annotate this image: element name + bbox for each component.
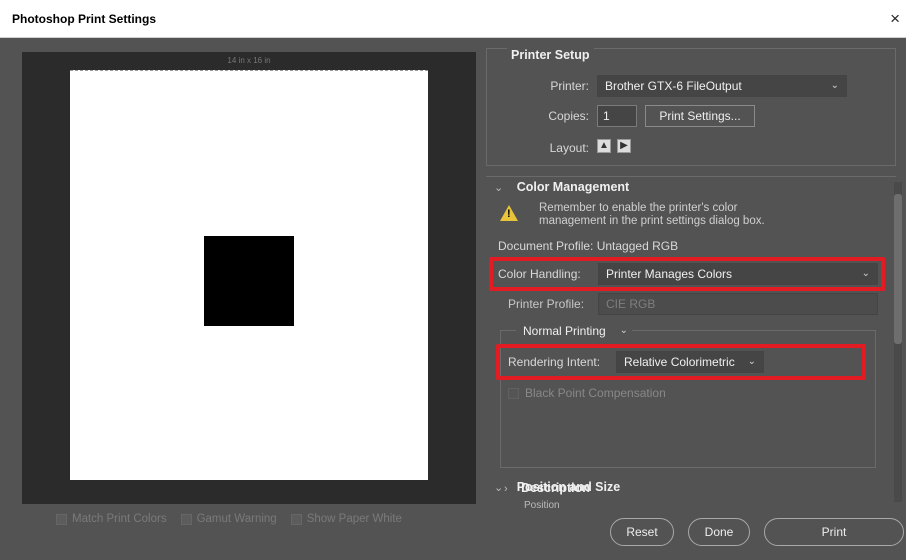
chevron-down-icon: ⌄ — [830, 80, 839, 91]
layout-label: Layout: — [549, 141, 589, 155]
settings-panel[interactable]: ⌄ Color Management ! Remember to enable … — [486, 176, 896, 510]
printer-profile-value: CIE RGB — [606, 297, 656, 311]
printer-label: Printer: — [550, 79, 589, 93]
rendering-intent-value: Relative Colorimetric — [624, 355, 735, 369]
close-icon[interactable]: × — [890, 9, 900, 29]
color-handling-value: Printer Manages Colors — [606, 267, 733, 281]
settings-scrollbar[interactable] — [894, 182, 902, 502]
show-paper-white-checkbox[interactable]: Show Paper White — [290, 513, 402, 525]
gamut-warning-checkbox[interactable]: Gamut Warning — [180, 513, 277, 525]
reset-button[interactable]: Reset — [610, 518, 674, 546]
warning-line-1: Remember to enable the printer's color — [539, 202, 738, 214]
checkbox-label: Gamut Warning — [196, 513, 277, 525]
normal-printing-dropdown[interactable]: Normal Printing ⌄ — [516, 321, 632, 343]
chevron-down-icon: ⌄ — [619, 325, 628, 336]
print-settings-button[interactable]: Print Settings... — [645, 105, 755, 127]
position-size-title: Position and Size — [516, 480, 621, 494]
rendering-intent-label: Rendering Intent: — [508, 355, 601, 369]
image-preview[interactable] — [204, 236, 294, 326]
window-title: Photoshop Print Settings — [12, 12, 156, 26]
color-management-title: Color Management — [516, 180, 630, 194]
position-size-header[interactable]: ⌄ Position and Size — [494, 480, 620, 494]
paper-size-label: 14 in x 16 in — [227, 56, 271, 65]
document-profile: Document Profile: Untagged RGB — [498, 239, 679, 253]
scrollbar-thumb[interactable] — [894, 194, 902, 344]
landscape-layout-icon[interactable]: ▶ — [617, 139, 631, 153]
warning-icon: ! — [500, 205, 518, 221]
black-point-label: Black Point Compensation — [525, 386, 666, 400]
title-bar: Photoshop Print Settings × — [0, 0, 906, 38]
checkbox-box[interactable] — [290, 513, 302, 525]
warning-line-2: management in the print settings dialog … — [539, 215, 765, 227]
chevron-down-icon: ⌄ — [861, 268, 870, 279]
checkbox-box[interactable] — [180, 513, 192, 525]
printer-dropdown[interactable]: Brother GTX-6 FileOutput ⌄ — [597, 75, 847, 97]
normal-printing-value: Normal Printing — [523, 324, 606, 338]
warning-message: Remember to enable the printer's color m… — [539, 202, 765, 228]
rendering-intent-dropdown[interactable]: Relative Colorimetric ⌄ — [616, 351, 764, 373]
checkbox-box[interactable] — [56, 513, 67, 525]
copies-label: Copies: — [548, 109, 589, 123]
paper-preview: 14 in x 16 in — [70, 56, 428, 480]
printer-setup-section: Printer Setup Printer: Brother GTX-6 Fil… — [486, 48, 896, 166]
color-handling-dropdown[interactable]: Printer Manages Colors ⌄ — [598, 263, 878, 285]
portrait-layout-icon[interactable]: ▲ — [597, 139, 611, 153]
color-handling-label: Color Handling: — [498, 267, 581, 281]
checkbox-label: Match Print Colors — [72, 513, 167, 525]
print-preview: 14 in x 16 in — [22, 52, 476, 504]
printer-profile-dropdown: CIE RGB — [598, 293, 878, 315]
print-button[interactable]: Print — [764, 518, 904, 546]
black-point-compensation-checkbox[interactable]: Black Point Compensation — [508, 386, 666, 400]
chevron-down-icon: ⌄ — [494, 482, 504, 494]
preview-options: Match Print Colors Gamut Warning Show Pa… — [56, 513, 402, 525]
dialog-body: 14 in x 16 in Match Print Colors Gamut W… — [0, 38, 906, 560]
color-management-header[interactable]: ⌄ Color Management — [494, 180, 629, 194]
match-print-colors-checkbox[interactable]: Match Print Colors — [56, 513, 167, 525]
printer-value: Brother GTX-6 FileOutput — [605, 79, 742, 93]
printer-setup-title: Printer Setup — [507, 48, 594, 62]
chevron-down-icon: ⌄ — [747, 356, 756, 367]
done-button[interactable]: Done — [688, 518, 750, 546]
chevron-down-icon: ⌄ — [494, 182, 504, 194]
position-sublabel: Position — [524, 500, 560, 511]
checkbox-label: Show Paper White — [306, 513, 402, 525]
copies-input[interactable]: 1 — [597, 105, 637, 127]
checkbox-box[interactable] — [508, 387, 519, 399]
printer-profile-label: Printer Profile: — [508, 297, 585, 311]
